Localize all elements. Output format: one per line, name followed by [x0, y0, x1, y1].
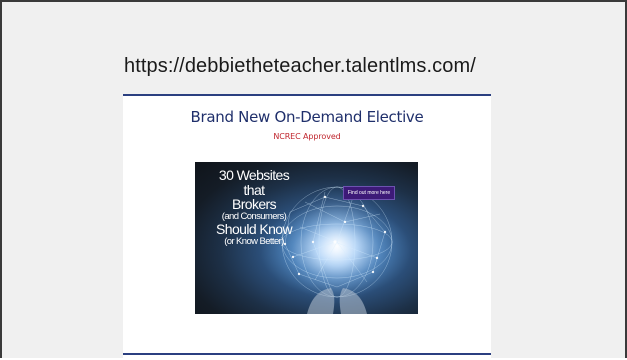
top-divider — [123, 94, 491, 96]
webpage-screenshot: Brand New On-Demand Elective NCREC Appro… — [123, 94, 491, 360]
page-heading: Brand New On-Demand Elective — [190, 108, 424, 126]
banner-title-line: that — [243, 181, 266, 198]
course-banner[interactable]: 30 Websites that Brokers (and Consumers)… — [195, 162, 418, 314]
url-text[interactable]: https://debbietheteacher.talentlms.com/ — [124, 55, 476, 78]
banner-title-line: 30 Websites — [218, 167, 290, 183]
slide-frame: https://debbietheteacher.talentlms.com/ … — [0, 0, 627, 360]
find-out-more-button[interactable]: Find out more here — [343, 186, 395, 200]
banner-title: 30 Websites that Brokers (and Consumers)… — [195, 168, 313, 247]
banner-title-line: Should Know — [216, 221, 293, 238]
banner-title-line: Brokers — [231, 196, 277, 213]
approval-subheading: NCREC Approved — [273, 132, 341, 141]
banner-title-line: (or Know Better) — [224, 235, 284, 247]
bottom-divider — [123, 353, 491, 355]
